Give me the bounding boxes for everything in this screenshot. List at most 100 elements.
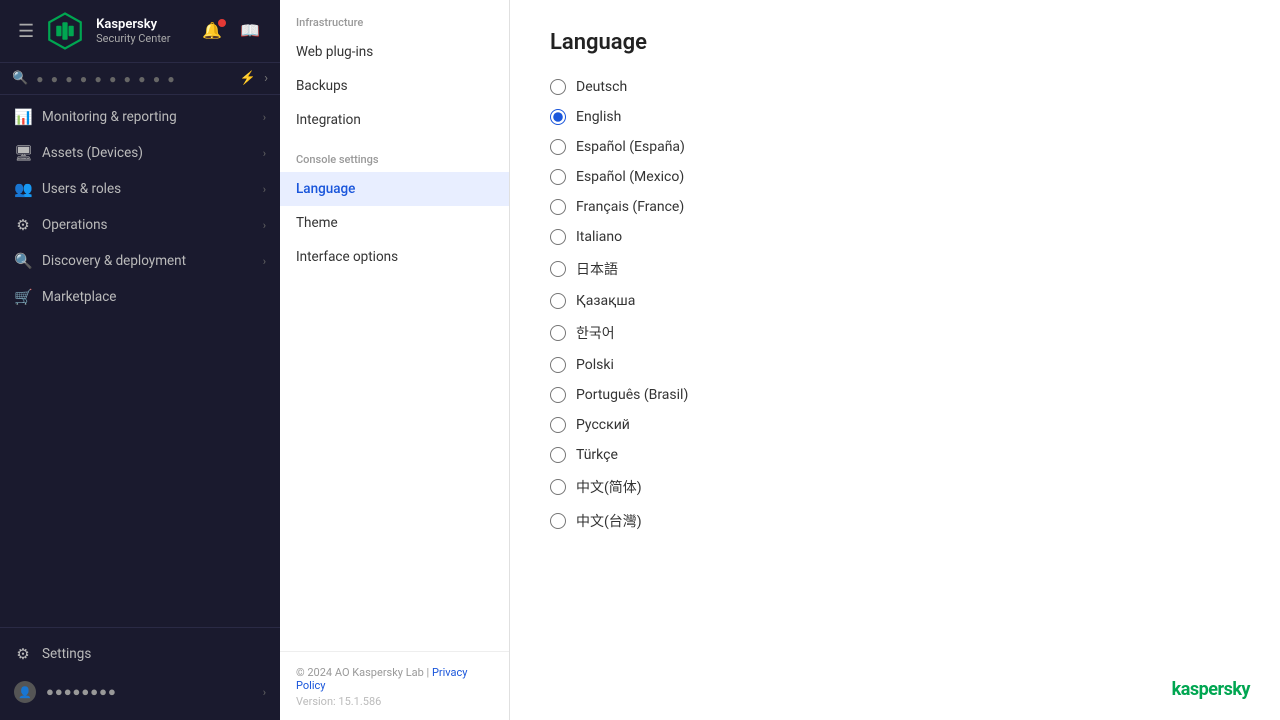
- logo-text: Kaspersky Security Center: [96, 17, 170, 46]
- language-label-chinese_simplified: 中文(简体): [576, 477, 642, 497]
- language-option-chinese_simplified[interactable]: 中文(简体): [550, 477, 1240, 497]
- chevron-icon: ›: [263, 147, 266, 160]
- search-icon: 🔍: [12, 71, 28, 86]
- language-option-kazakh[interactable]: Қазақша: [550, 293, 1240, 309]
- marketplace-icon: 🛒: [14, 288, 32, 306]
- middle-item-theme[interactable]: Theme: [280, 206, 509, 240]
- kaspersky-brand-logo: kaspersky: [1172, 679, 1250, 700]
- language-label-kazakh: Қазақша: [576, 293, 635, 309]
- language-radio-turkce[interactable]: [550, 447, 566, 463]
- middle-item-webplugins[interactable]: Web plug-ins: [280, 35, 509, 69]
- book-icon: 📖: [240, 23, 260, 40]
- language-label-portugues: Português (Brasil): [576, 387, 688, 403]
- sidebar-search-input[interactable]: [36, 72, 232, 86]
- chevron-icon: ›: [263, 183, 266, 196]
- language-radio-chinese_traditional[interactable]: [550, 513, 566, 529]
- language-option-korean[interactable]: 한국어: [550, 323, 1240, 343]
- language-option-portugues[interactable]: Português (Brasil): [550, 387, 1240, 403]
- hamburger-button[interactable]: ☰: [14, 17, 38, 46]
- language-radio-espanol_mexico[interactable]: [550, 169, 566, 185]
- language-radio-russian[interactable]: [550, 417, 566, 433]
- language-label-korean: 한국어: [576, 323, 615, 343]
- username-text: ●●●●●●●●: [46, 684, 253, 700]
- top-icons: 🔔 📖: [196, 17, 266, 45]
- sidebar-item-label: Monitoring & reporting: [42, 109, 253, 125]
- language-option-espanol_espana[interactable]: Español (España): [550, 139, 1240, 155]
- operations-icon: ⚙: [14, 216, 32, 234]
- sidebar-nav: 📊 Monitoring & reporting › 🖥 Assets (Dev…: [0, 95, 280, 627]
- language-option-espanol_mexico[interactable]: Español (Mexico): [550, 169, 1240, 185]
- language-radio-english[interactable]: [550, 109, 566, 125]
- language-radio-polski[interactable]: [550, 357, 566, 373]
- version-text: Version: 15.1.586: [296, 695, 493, 708]
- copyright-text: © 2024 AO Kaspersky Lab |: [296, 666, 429, 679]
- middle-panel: Infrastructure Web plug-ins Backups Inte…: [280, 0, 510, 720]
- sidebar-item-users[interactable]: 👥 Users & roles ›: [0, 171, 280, 207]
- logo-subtitle: Security Center: [96, 32, 170, 45]
- sidebar-item-discovery[interactable]: 🔍 Discovery & deployment ›: [0, 243, 280, 279]
- language-option-russian[interactable]: Русский: [550, 417, 1240, 433]
- language-label-chinese_traditional: 中文(台灣): [576, 511, 642, 531]
- chevron-icon: ›: [263, 686, 266, 699]
- sidebar-item-user[interactable]: 👤 ●●●●●●●● ›: [0, 672, 280, 712]
- filter-icon[interactable]: ⚡: [240, 71, 256, 86]
- language-label-turkce: Türkçe: [576, 447, 618, 463]
- language-option-turkce[interactable]: Türkçe: [550, 447, 1240, 463]
- language-radio-deutsch[interactable]: [550, 79, 566, 95]
- middle-item-interface-options[interactable]: Interface options: [280, 240, 509, 274]
- discovery-icon: 🔍: [14, 252, 32, 270]
- language-label-russian: Русский: [576, 417, 630, 433]
- settings-label: Settings: [42, 646, 266, 662]
- language-radio-chinese_simplified[interactable]: [550, 479, 566, 495]
- language-option-english[interactable]: English: [550, 109, 1240, 125]
- sidebar-item-label: Assets (Devices): [42, 145, 253, 161]
- language-label-english: English: [576, 109, 621, 125]
- sidebar-item-monitoring[interactable]: 📊 Monitoring & reporting ›: [0, 99, 280, 135]
- settings-icon: ⚙: [14, 645, 32, 663]
- notification-badge: [218, 19, 226, 27]
- logo-area: Kaspersky Security Center: [38, 10, 196, 52]
- middle-item-backups[interactable]: Backups: [280, 69, 509, 103]
- hamburger-icon: ☰: [18, 21, 34, 41]
- avatar: 👤: [14, 681, 36, 703]
- language-radio-espanol_espana[interactable]: [550, 139, 566, 155]
- main-content: Language Deutsch English Español (España) E…: [510, 0, 1280, 720]
- page-title: Language: [550, 30, 1240, 55]
- chevron-icon: ›: [263, 219, 266, 232]
- language-label-italiano: Italiano: [576, 229, 622, 245]
- sidebar-item-assets[interactable]: 🖥 Assets (Devices) ›: [0, 135, 280, 171]
- sidebar-item-settings[interactable]: ⚙ Settings: [0, 636, 280, 672]
- sidebar-item-marketplace[interactable]: 🛒 Marketplace: [0, 279, 280, 315]
- sidebar-item-operations[interactable]: ⚙ Operations ›: [0, 207, 280, 243]
- language-option-polski[interactable]: Polski: [550, 357, 1240, 373]
- language-radio-korean[interactable]: [550, 325, 566, 341]
- language-radio-portugues[interactable]: [550, 387, 566, 403]
- language-option-francais[interactable]: Français (France): [550, 199, 1240, 215]
- sidebar-item-label: Operations: [42, 217, 253, 233]
- middle-item-language[interactable]: Language: [280, 172, 509, 206]
- language-radio-kazakh[interactable]: [550, 293, 566, 309]
- users-icon: 👥: [14, 180, 32, 198]
- expand-icon[interactable]: ›: [264, 71, 268, 86]
- language-option-deutsch[interactable]: Deutsch: [550, 79, 1240, 95]
- kaspersky-logo-icon: [44, 10, 86, 52]
- docs-button[interactable]: 📖: [234, 17, 266, 45]
- language-label-francais: Français (France): [576, 199, 684, 215]
- language-label-deutsch: Deutsch: [576, 79, 627, 95]
- language-label-japanese: 日本語: [576, 259, 618, 279]
- notification-button[interactable]: 🔔: [196, 17, 228, 45]
- middle-item-integration[interactable]: Integration: [280, 103, 509, 137]
- monitoring-icon: 📊: [14, 108, 32, 126]
- language-label-polski: Polski: [576, 357, 614, 373]
- language-option-chinese_traditional[interactable]: 中文(台灣): [550, 511, 1240, 531]
- language-radio-japanese[interactable]: [550, 261, 566, 277]
- middle-footer: © 2024 AO Kaspersky Lab | Privacy Policy…: [280, 651, 509, 720]
- language-option-japanese[interactable]: 日本語: [550, 259, 1240, 279]
- language-option-italiano[interactable]: Italiano: [550, 229, 1240, 245]
- language-radio-italiano[interactable]: [550, 229, 566, 245]
- assets-icon: 🖥: [14, 144, 32, 162]
- sidebar-header: ☰ Kaspersky Security Center 🔔 📖: [0, 0, 280, 63]
- language-radio-francais[interactable]: [550, 199, 566, 215]
- sidebar-footer: ⚙ Settings 👤 ●●●●●●●● ›: [0, 627, 280, 720]
- language-label-espanol_espana: Español (España): [576, 139, 685, 155]
